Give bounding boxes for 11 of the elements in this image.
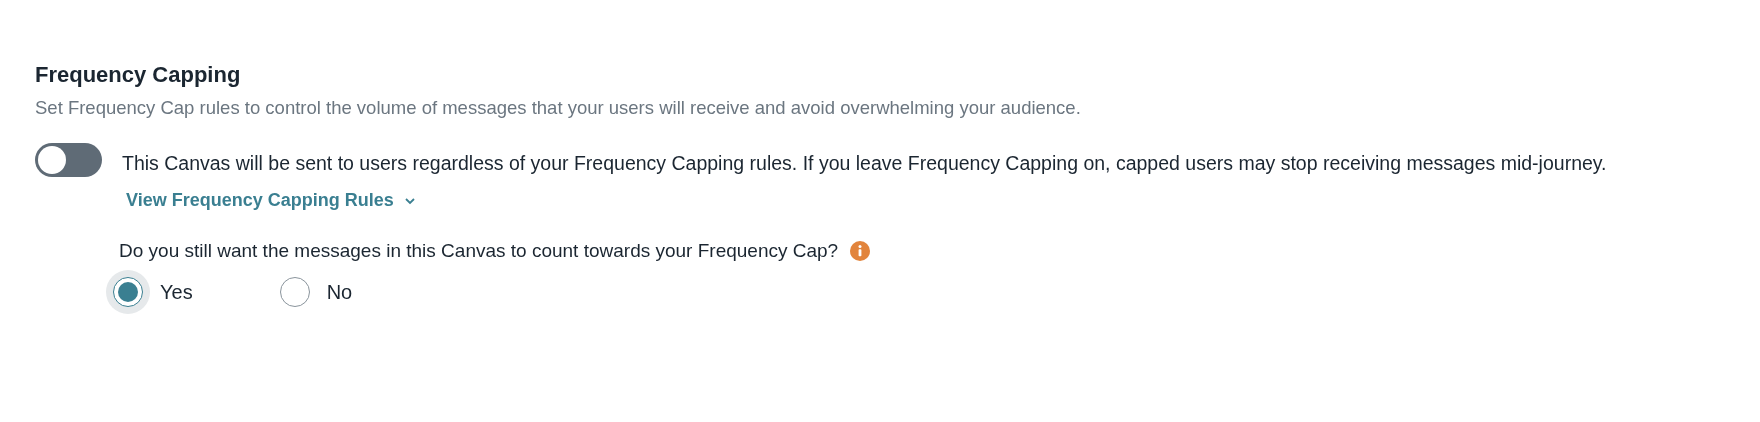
chevron-down-icon [403, 197, 416, 206]
radio-option[interactable]: No [272, 270, 353, 314]
toggle-switch[interactable] [35, 143, 102, 177]
view-rules-link[interactable]: View Frequency Capping Rules [126, 190, 416, 210]
notice-text: This Canvas will be sent to users regardless of your Frequency Capping rules. If you leave Frequency Capping on, capped users may stop receiving messages mid-journey. View Frequency Capping Rules [122, 151, 1608, 212]
question-text: Do you still want the messages in this Canvas to count towards your Frequency Cap? [119, 240, 839, 262]
radio-button[interactable] [279, 277, 310, 307]
section-title: Frequency Capping [35, 62, 242, 88]
radio-button[interactable] [113, 277, 143, 307]
info-icon[interactable] [850, 241, 871, 261]
section-description: Set Frequency Cap rules to control the volume of messages that your users will receive and avoid overwhelming your audience. [35, 97, 1082, 119]
